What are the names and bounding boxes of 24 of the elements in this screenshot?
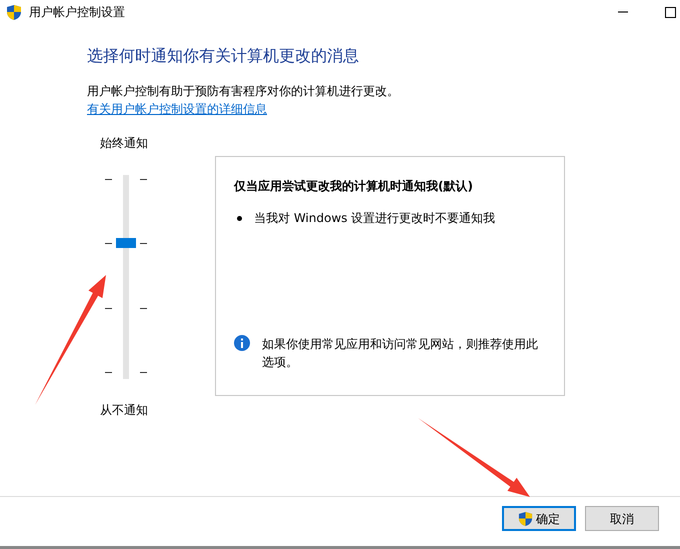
tick-mark — [140, 179, 147, 180]
bullet-icon — [237, 216, 242, 220]
tick-mark — [140, 243, 147, 244]
tick-mark — [105, 179, 112, 180]
panel-title: 仅当应用尝试更改我的计算机时通知我(默认) — [234, 178, 474, 195]
window-title: 用户帐户控制设置 — [29, 4, 125, 21]
tick-mark — [105, 308, 112, 309]
tick-mark — [140, 372, 147, 373]
slider-thumb[interactable] — [116, 238, 136, 248]
heading: 选择何时通知你有关计算机更改的消息 — [87, 45, 360, 67]
shield-icon — [6, 4, 22, 20]
dialog-button[interactable]: 取消 — [585, 506, 659, 531]
info-icon — [234, 335, 250, 351]
maximize-button[interactable] — [665, 6, 676, 18]
description: 用户帐户控制有助于预防有害程序对你的计算机进行更改。 — [87, 83, 400, 100]
dialog-button[interactable]: 确定 — [502, 506, 576, 531]
tick-mark — [105, 372, 112, 373]
tick-mark — [140, 308, 147, 309]
slider-top-label: 始终通知 — [100, 135, 148, 152]
bullet-text: 当我对 Windows 设置进行更改时不要通知我 — [254, 210, 496, 227]
slider-bottom-label: 从不通知 — [100, 402, 148, 419]
help-link[interactable]: 有关用户帐户控制设置的详细信息 — [87, 102, 267, 116]
note-text: 如果你使用常见应用和访问常见网站，则推荐使用此选项。 — [262, 336, 539, 371]
tick-mark — [105, 243, 112, 244]
